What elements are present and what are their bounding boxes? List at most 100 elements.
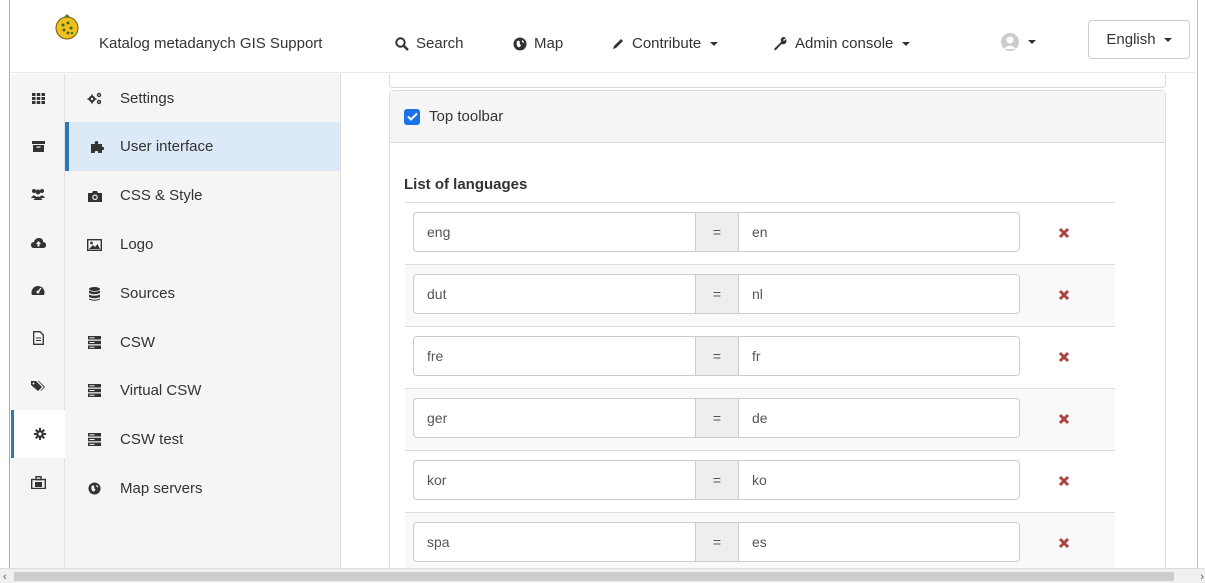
horizontal-scrollbar[interactable]: ‹ › — [0, 568, 1205, 583]
menu-item-virtual-csw[interactable]: Virtual CSW — [65, 366, 340, 415]
language-code-input[interactable]: dut — [413, 274, 695, 314]
server-icon — [88, 336, 101, 349]
menu-item-logo[interactable]: Logo — [65, 220, 340, 269]
language-row: spa = es — [405, 512, 1115, 574]
language-row: fre = fr — [405, 326, 1115, 388]
menu-item-csw[interactable]: CSW — [65, 318, 340, 367]
scrollbar-thumb[interactable] — [14, 572, 1174, 581]
menu-item-label: CSW test — [120, 431, 184, 448]
rail-archive[interactable] — [11, 122, 65, 170]
menu-item-settings[interactable]: Settings — [65, 74, 340, 123]
language-input-group: dut = nl — [413, 274, 1020, 314]
scroll-right-icon[interactable]: › — [1200, 571, 1204, 583]
top-toolbar-panel: Top toolbar List of languages eng = en d… — [389, 90, 1166, 574]
language-iso-input[interactable]: ko — [739, 460, 1020, 500]
language-code-input[interactable]: eng — [413, 212, 695, 252]
panel-heading-label: Top toolbar — [429, 108, 504, 125]
menu-item-label: CSW — [120, 334, 155, 351]
rail-settings[interactable] — [11, 410, 65, 458]
nav-map[interactable]: Map — [513, 35, 563, 52]
remove-language-button[interactable] — [1055, 472, 1073, 490]
chevron-down-icon — [902, 41, 911, 46]
file-icon — [32, 331, 44, 345]
menu-item-label: Logo — [120, 236, 154, 253]
language-iso-input[interactable]: en — [739, 212, 1020, 252]
user-menu[interactable] — [1000, 32, 1036, 52]
close-icon — [1058, 227, 1070, 239]
settings-menu: Settings User interface CSS & Style Logo… — [65, 74, 341, 568]
remove-language-button[interactable] — [1055, 224, 1073, 242]
archive-icon — [31, 140, 45, 152]
remove-language-button[interactable] — [1055, 410, 1073, 428]
language-code-input[interactable]: spa — [413, 522, 695, 562]
menu-item-sources[interactable]: Sources — [65, 269, 340, 318]
nav-contribute[interactable]: Contribute — [611, 35, 719, 52]
rail-tags[interactable] — [11, 362, 65, 410]
menu-item-csw-test[interactable]: CSW test — [65, 415, 340, 464]
rail-file[interactable] — [11, 314, 65, 362]
language-input-group: spa = es — [413, 522, 1020, 562]
equals-addon: = — [695, 212, 739, 252]
pencil-icon — [613, 38, 623, 49]
language-row: dut = nl — [405, 264, 1115, 326]
brand-title[interactable]: Katalog metadanych GIS Support — [99, 35, 322, 52]
nav-admin-label: Admin console — [795, 35, 894, 52]
previous-panel-bottom — [389, 74, 1166, 88]
language-input-group: fre = fr — [413, 336, 1020, 376]
language-input-group: kor = ko — [413, 460, 1020, 500]
close-icon — [1058, 413, 1070, 425]
menu-item-label: Map servers — [120, 480, 203, 497]
brand-logo-icon[interactable] — [54, 14, 80, 40]
rail-grid[interactable] — [11, 74, 65, 122]
window-left-edge — [0, 0, 10, 583]
close-icon — [1058, 351, 1070, 363]
globe-icon — [88, 482, 101, 495]
language-code-input[interactable]: ger — [413, 398, 695, 438]
nav-admin-console[interactable]: Admin console — [773, 35, 911, 52]
grid-icon — [31, 92, 45, 104]
top-toolbar-checkbox[interactable] — [404, 108, 420, 125]
nav-search[interactable]: Search — [395, 35, 464, 52]
top-navbar: Katalog metadanych GIS Support Search Ma… — [11, 8, 1196, 73]
close-icon — [1058, 537, 1070, 549]
wrench-icon — [774, 37, 787, 51]
menu-item-label: CSS & Style — [120, 187, 203, 204]
scroll-left-icon[interactable]: ‹ — [3, 571, 7, 583]
nav-contribute-label: Contribute — [632, 35, 702, 52]
admin-icon-rail — [11, 74, 65, 568]
remove-language-button[interactable] — [1055, 348, 1073, 366]
users-icon — [31, 189, 45, 200]
rail-tools[interactable] — [11, 458, 65, 506]
chevron-down-icon — [1028, 40, 1036, 44]
content-right-gutter — [1166, 74, 1196, 568]
language-code-input[interactable]: fre — [413, 336, 695, 376]
rail-users[interactable] — [11, 170, 65, 218]
server-icon — [88, 384, 101, 397]
equals-addon: = — [695, 522, 739, 562]
rail-upload[interactable] — [11, 218, 65, 266]
close-icon — [1058, 475, 1070, 487]
panel-heading[interactable]: Top toolbar — [390, 91, 1165, 143]
language-row: kor = ko — [405, 450, 1115, 512]
language-iso-input[interactable]: es — [739, 522, 1020, 562]
cloud-upload-icon — [30, 237, 46, 248]
language-iso-input[interactable]: de — [739, 398, 1020, 438]
language-iso-input[interactable]: fr — [739, 336, 1020, 376]
rail-dashboard[interactable] — [11, 266, 65, 314]
remove-language-button[interactable] — [1055, 534, 1073, 552]
language-code-input[interactable]: kor — [413, 460, 695, 500]
language-iso-input[interactable]: nl — [739, 274, 1020, 314]
list-of-languages-title: List of languages — [404, 176, 528, 193]
menu-item-label: Sources — [120, 285, 176, 302]
equals-addon: = — [695, 460, 739, 500]
tags-icon — [30, 381, 45, 391]
menu-item-map-servers[interactable]: Map servers — [65, 464, 340, 513]
gear-icon — [33, 428, 46, 440]
search-icon — [395, 36, 409, 51]
menu-item-label: Settings — [120, 90, 175, 107]
language-dropdown[interactable]: English — [1088, 20, 1190, 59]
menu-item-css-style[interactable]: CSS & Style — [65, 171, 340, 220]
menu-item-user-interface[interactable]: User interface — [65, 122, 340, 171]
menu-item-label: User interface — [120, 138, 214, 155]
remove-language-button[interactable] — [1055, 286, 1073, 304]
